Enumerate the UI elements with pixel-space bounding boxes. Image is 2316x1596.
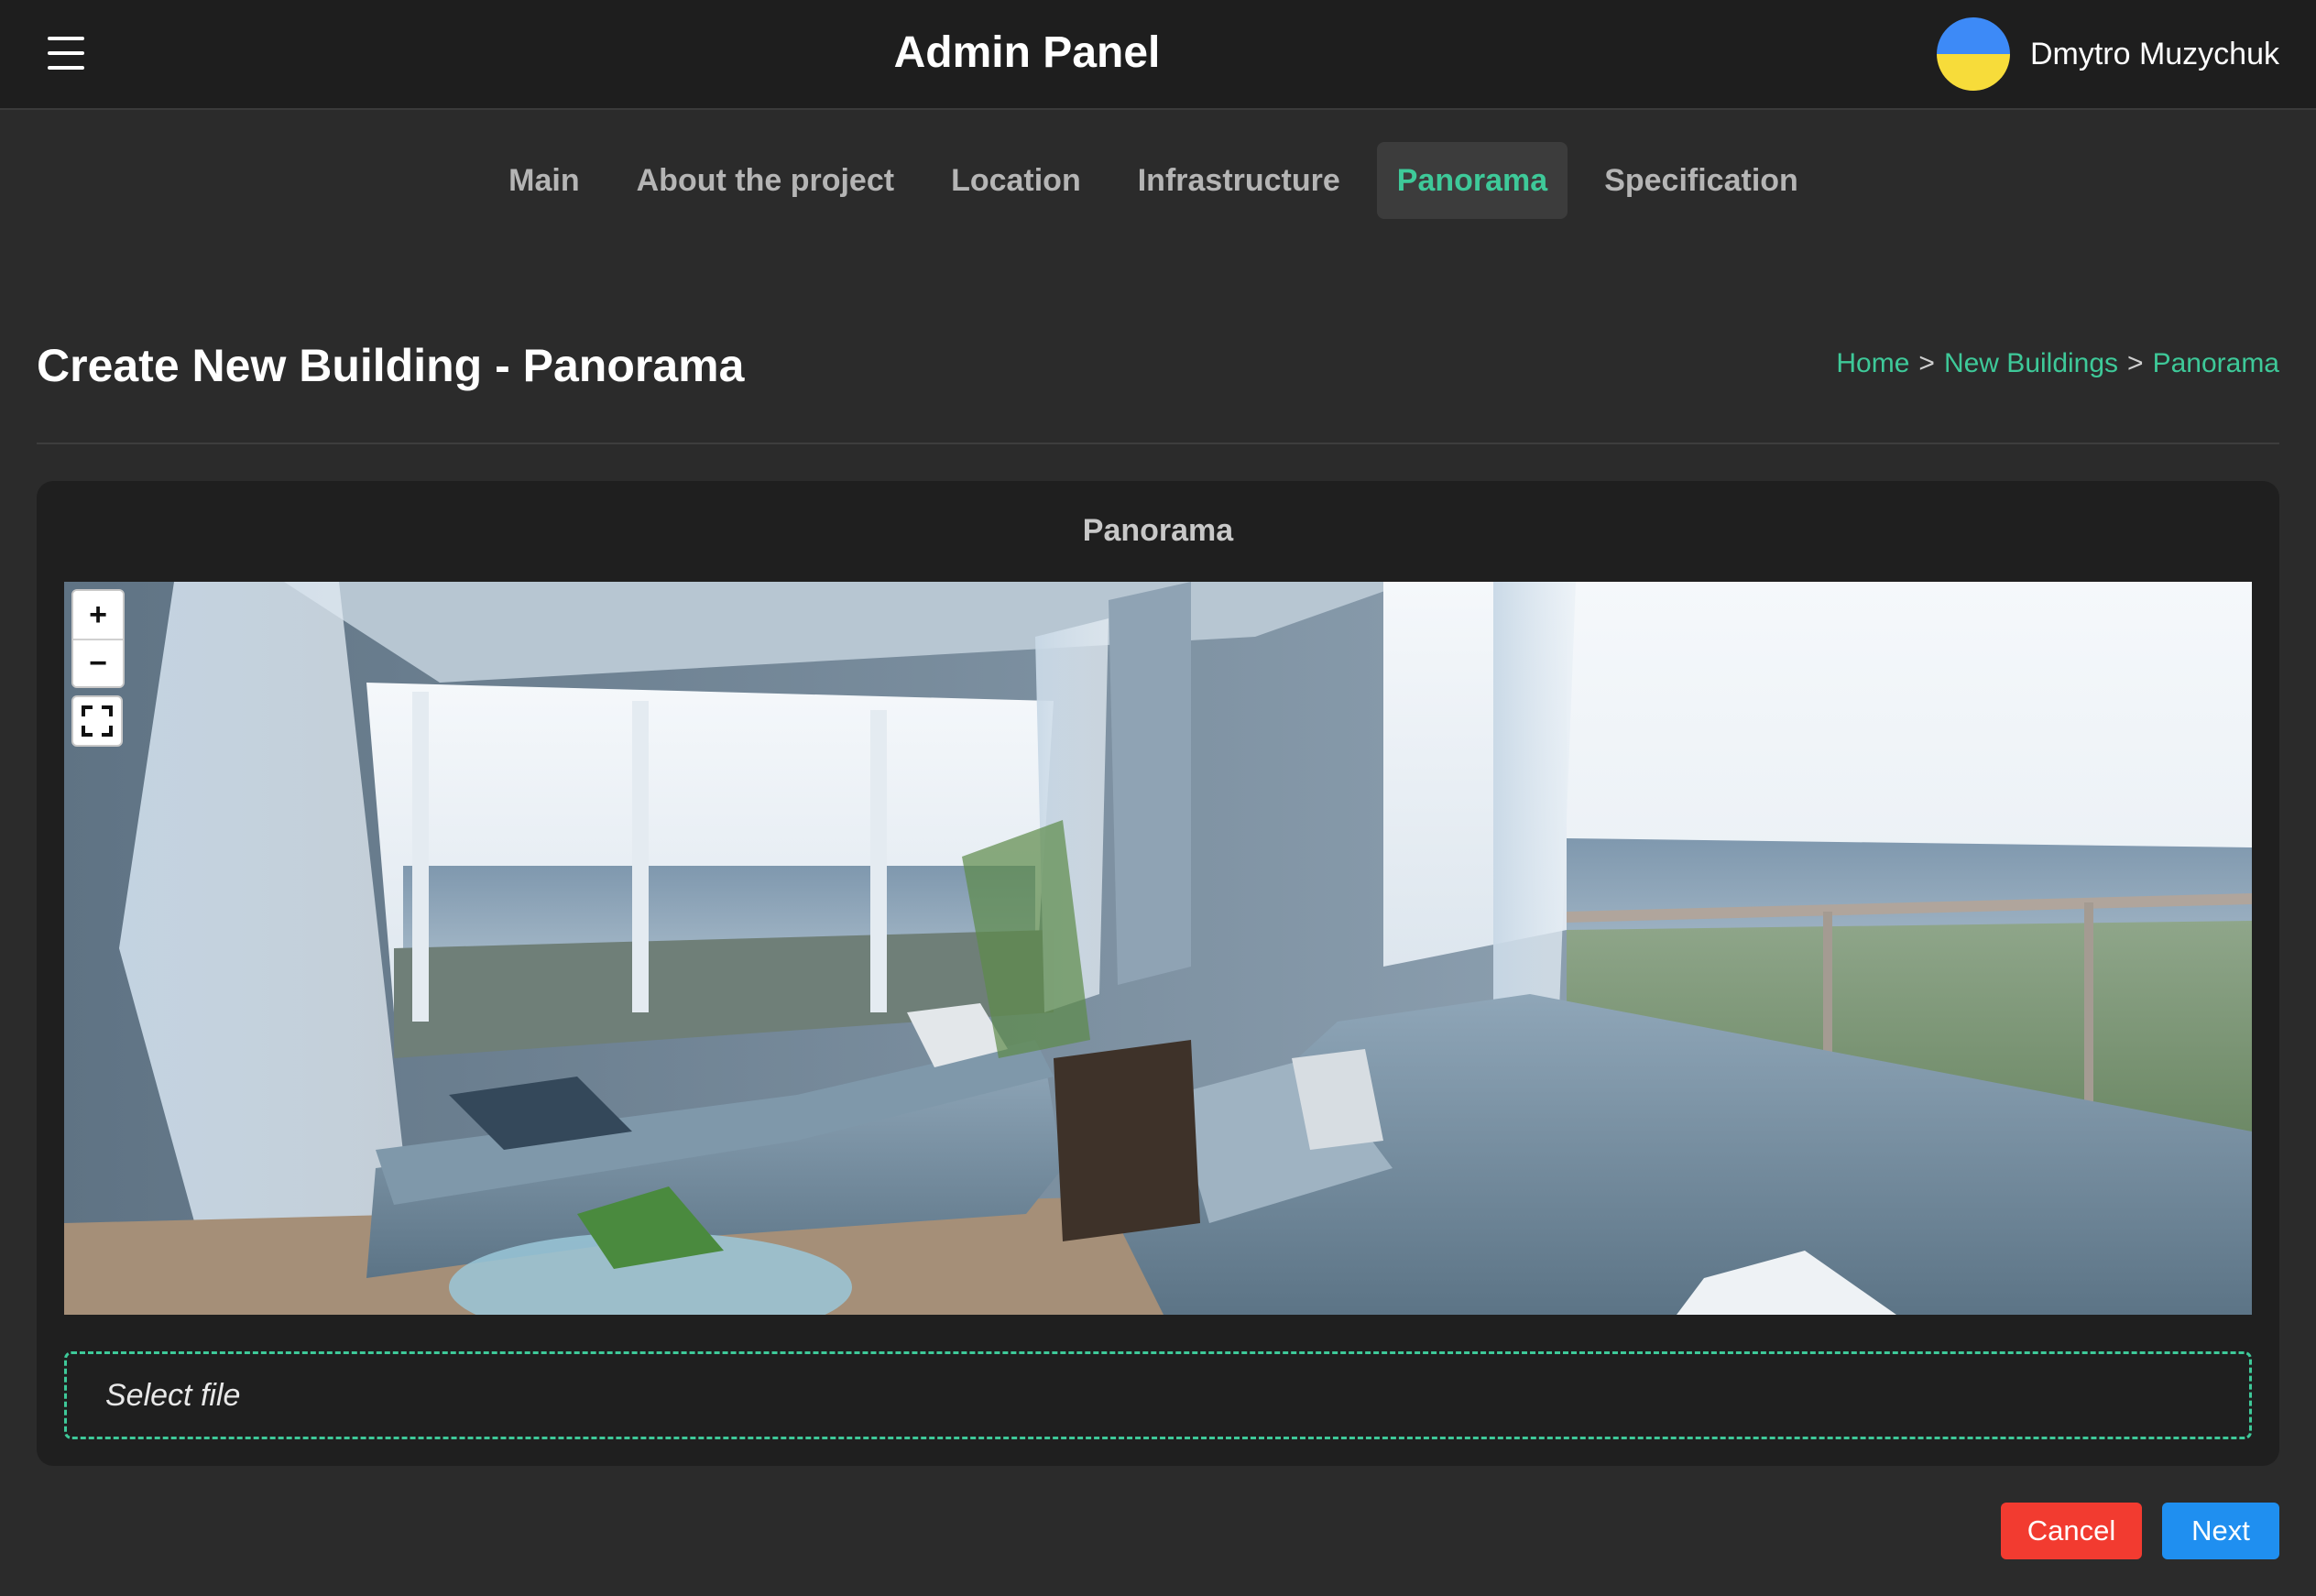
panorama-viewer[interactable]: + − <box>64 582 2252 1315</box>
tab-location[interactable]: Location <box>931 142 1101 219</box>
next-button[interactable]: Next <box>2162 1503 2279 1559</box>
tab-specification[interactable]: Specification <box>1584 142 1819 219</box>
zoom-out-button[interactable]: − <box>73 639 123 686</box>
card-title: Panorama <box>1082 513 1234 548</box>
panorama-card: Panorama + − Select file <box>37 481 2279 1466</box>
fullscreen-icon <box>82 705 113 737</box>
file-input[interactable]: Select file <box>64 1351 2252 1439</box>
tab-infrastructure[interactable]: Infrastructure <box>1118 142 1360 219</box>
file-input-placeholder: Select file <box>105 1377 241 1413</box>
page-title: Create New Building - Panorama <box>37 340 745 391</box>
fullscreen-button[interactable] <box>71 695 123 747</box>
top-bar: Admin Panel Dmytro Muzychuk <box>0 0 2316 110</box>
user-profile[interactable]: Dmytro Muzychuk <box>1936 16 2279 92</box>
user-name: Dmytro Muzychuk <box>2029 36 2279 71</box>
breadcrumb-home[interactable]: Home <box>1836 348 1909 379</box>
section-tabs: Main About the project Location Infrastr… <box>0 142 2316 219</box>
tab-about-the-project[interactable]: About the project <box>617 142 914 219</box>
zoom-control: + − <box>71 589 125 688</box>
breadcrumb-separator: > <box>2127 348 2144 378</box>
zoom-in-button[interactable]: + <box>73 591 123 639</box>
viewer-controls: + − <box>71 589 125 747</box>
app-title: Admin Panel <box>893 28 1161 77</box>
panorama-image[interactable] <box>64 582 2252 1315</box>
tab-panorama[interactable]: Panorama <box>1376 142 1568 219</box>
divider <box>37 443 2279 444</box>
breadcrumb-separator: > <box>1918 348 1935 378</box>
breadcrumb: Home > New Buildings > Panorama <box>1836 348 2279 379</box>
breadcrumb-new-buildings[interactable]: New Buildings <box>1944 348 2118 379</box>
cancel-button[interactable]: Cancel <box>2001 1503 2142 1559</box>
tab-main[interactable]: Main <box>488 142 599 219</box>
breadcrumb-panorama[interactable]: Panorama <box>2153 348 2279 379</box>
avatar[interactable] <box>1936 17 2010 91</box>
